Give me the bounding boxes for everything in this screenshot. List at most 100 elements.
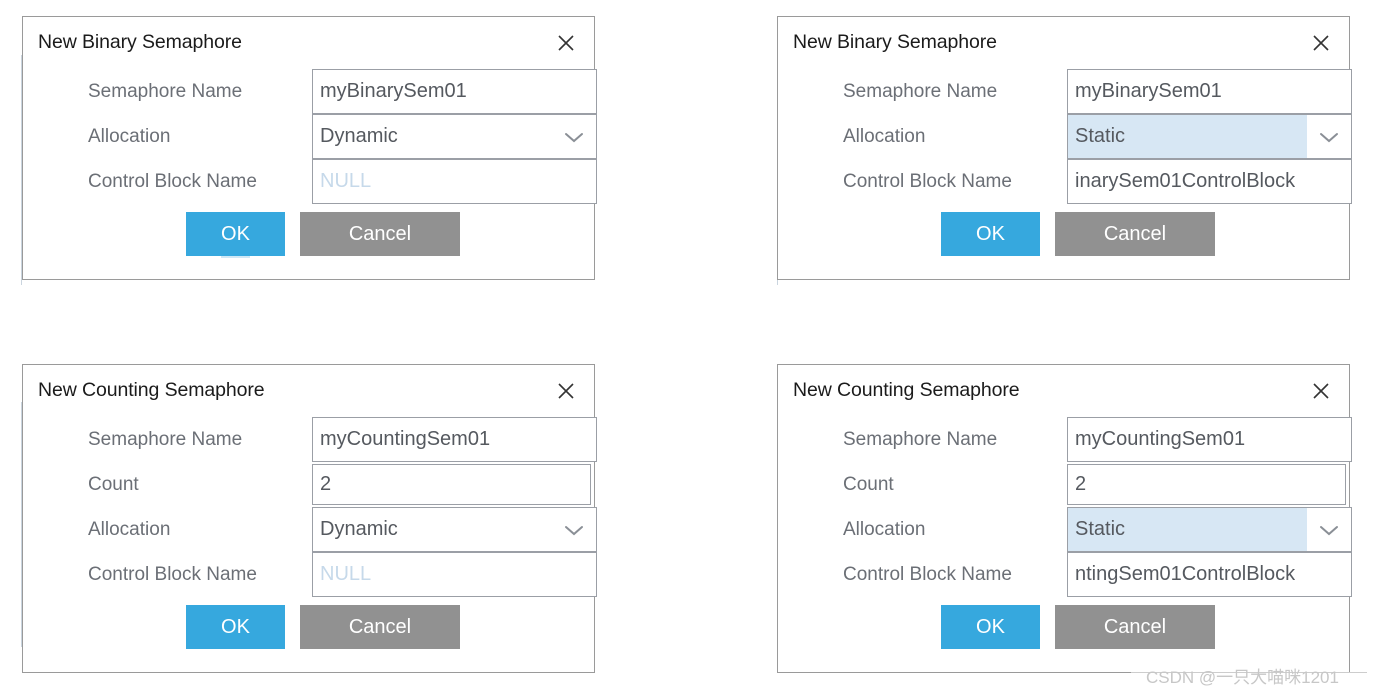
cancel-button-label: Cancel	[348, 615, 412, 638]
allocation-select[interactable]: Dynamic	[312, 114, 597, 159]
field-value: myBinarySem01	[320, 80, 467, 102]
field-label: Control Block Name	[843, 170, 1012, 192]
field-value: Static	[1075, 125, 1126, 147]
dialog-title: New Counting Semaphore	[793, 379, 1020, 401]
ok-button[interactable]: OK	[941, 605, 1040, 649]
field-label: Semaphore Name	[843, 428, 998, 450]
dialog-form: Semaphore Name myBinarySem01 Allocation …	[23, 69, 597, 204]
field-label: Allocation	[843, 518, 926, 540]
control-block-name-input[interactable]: ntingSem01ControlBlock	[1067, 552, 1352, 597]
field-label: Semaphore Name	[88, 428, 243, 450]
dialog-titlebar: New Binary Semaphore	[778, 17, 1349, 69]
field-value: NULL	[320, 170, 372, 192]
dialog-new-counting-semaphore-dynamic[interactable]: New Counting Semaphore Semaphore Name my…	[22, 364, 597, 673]
field-value: 2	[1075, 473, 1087, 495]
field-value: Dynamic	[320, 125, 398, 147]
dialog-new-binary-semaphore-static[interactable]: New Binary Semaphore Semaphore Name myBi…	[777, 16, 1352, 280]
field-label: Control Block Name	[88, 170, 257, 192]
form-row-allocation: Allocation Dynamic	[23, 507, 597, 552]
ok-button[interactable]: OK	[186, 605, 285, 649]
dialog-form: Semaphore Name myBinarySem01 Allocation …	[778, 69, 1352, 204]
field-label: Allocation	[88, 125, 171, 147]
field-value: NULL	[320, 563, 372, 585]
control-block-name-input[interactable]: inarySem01ControlBlock	[1067, 159, 1352, 204]
field-value: myBinarySem01	[1075, 80, 1222, 102]
dialog-new-counting-semaphore-static[interactable]: New Counting Semaphore Semaphore Name my…	[777, 364, 1352, 673]
form-row-control-block-name: Control Block Name ntingSem01ControlBloc…	[778, 552, 1352, 597]
field-value: Static	[1075, 518, 1126, 540]
close-icon[interactable]	[552, 29, 580, 57]
close-icon[interactable]	[1307, 29, 1335, 57]
field-label: Allocation	[88, 518, 171, 540]
form-row-semaphore-name: Semaphore Name myCountingSem01	[778, 417, 1352, 462]
cancel-button[interactable]: Cancel	[1055, 212, 1215, 256]
field-value: myCountingSem01	[1075, 428, 1246, 450]
field-label: Count	[843, 473, 894, 495]
semaphore-name-input[interactable]: myBinarySem01	[312, 69, 597, 114]
cancel-button-label: Cancel	[1103, 222, 1167, 245]
dialog-button-row: OK Cancel	[23, 597, 594, 657]
ok-button-label: OK	[221, 615, 250, 638]
chevron-down-icon[interactable]	[1307, 508, 1351, 551]
close-icon[interactable]	[1307, 377, 1335, 405]
chevron-down-icon[interactable]	[1307, 115, 1351, 158]
chevron-down-icon[interactable]	[552, 508, 596, 551]
form-row-count: 2 Count	[778, 462, 1349, 507]
dialog-form: Semaphore Name myCountingSem01 2 Count A…	[778, 417, 1352, 597]
cancel-button-label: Cancel	[348, 222, 412, 245]
form-row-semaphore-name: Semaphore Name myBinarySem01	[778, 69, 1352, 114]
dialog-button-row: OK Cancel	[778, 204, 1349, 264]
form-row-semaphore-name: Semaphore Name myCountingSem01	[23, 417, 597, 462]
form-row-allocation: Allocation Static	[778, 114, 1352, 159]
ok-button-label: OK	[976, 222, 1005, 245]
dialog-title: New Binary Semaphore	[38, 31, 242, 53]
close-icon[interactable]	[552, 377, 580, 405]
allocation-select[interactable]: Static	[1067, 114, 1352, 159]
field-label: Count	[88, 473, 139, 495]
form-row-semaphore-name: Semaphore Name myBinarySem01	[23, 69, 597, 114]
cancel-button-label: Cancel	[1103, 615, 1167, 638]
form-row-control-block-name: Control Block Name NULL	[23, 552, 597, 597]
cancel-button[interactable]: Cancel	[300, 212, 460, 256]
count-stepper[interactable]: 2	[1067, 464, 1346, 505]
ok-button-label: OK	[221, 222, 250, 258]
ok-button[interactable]: OK	[941, 212, 1040, 256]
dialog-title: New Binary Semaphore	[793, 31, 997, 53]
field-value: Dynamic	[320, 518, 398, 540]
semaphore-name-input[interactable]: myBinarySem01	[1067, 69, 1352, 114]
form-row-control-block-name: Control Block Name NULL	[23, 159, 597, 204]
dialog-form: Semaphore Name myCountingSem01 2 Count A…	[23, 417, 597, 597]
allocation-select[interactable]: Static	[1067, 507, 1352, 552]
dialog-button-row: OK Cancel	[778, 597, 1349, 657]
form-row-allocation: Allocation Static	[778, 507, 1352, 552]
dialog-titlebar: New Counting Semaphore	[778, 365, 1349, 417]
form-row-control-block-name: Control Block Name inarySem01ControlBloc…	[778, 159, 1352, 204]
dialog-titlebar: New Counting Semaphore	[23, 365, 594, 417]
field-value: myCountingSem01	[320, 428, 491, 450]
dialog-title: New Counting Semaphore	[38, 379, 265, 401]
allocation-select[interactable]: Dynamic	[312, 507, 597, 552]
field-label: Semaphore Name	[843, 80, 998, 102]
form-row-allocation: Allocation Dynamic	[23, 114, 597, 159]
field-label: Semaphore Name	[88, 80, 243, 102]
form-row-count: 2 Count	[23, 462, 594, 507]
control-block-name-input[interactable]: NULL	[312, 552, 597, 597]
dialog-titlebar: New Binary Semaphore	[23, 17, 594, 69]
field-label: Control Block Name	[88, 563, 257, 585]
field-label: Control Block Name	[843, 563, 1012, 585]
cancel-button[interactable]: Cancel	[300, 605, 460, 649]
dialog-button-row: OK Cancel	[23, 204, 594, 264]
field-value: ntingSem01ControlBlock	[1075, 563, 1296, 585]
ok-button-label: OK	[976, 615, 1005, 638]
field-label: Allocation	[843, 125, 926, 147]
dialog-new-binary-semaphore-dynamic[interactable]: New Binary Semaphore Semaphore Name myBi…	[22, 16, 597, 280]
cancel-button[interactable]: Cancel	[1055, 605, 1215, 649]
field-value: 2	[320, 473, 332, 495]
count-stepper[interactable]: 2	[312, 464, 591, 505]
semaphore-name-input[interactable]: myCountingSem01	[312, 417, 597, 462]
ok-button[interactable]: OK	[186, 212, 285, 258]
watermark-text: CSDN @一只大喵咪1201	[1146, 668, 1339, 687]
control-block-name-input[interactable]: NULL	[312, 159, 597, 204]
semaphore-name-input[interactable]: myCountingSem01	[1067, 417, 1352, 462]
chevron-down-icon[interactable]	[552, 115, 596, 158]
